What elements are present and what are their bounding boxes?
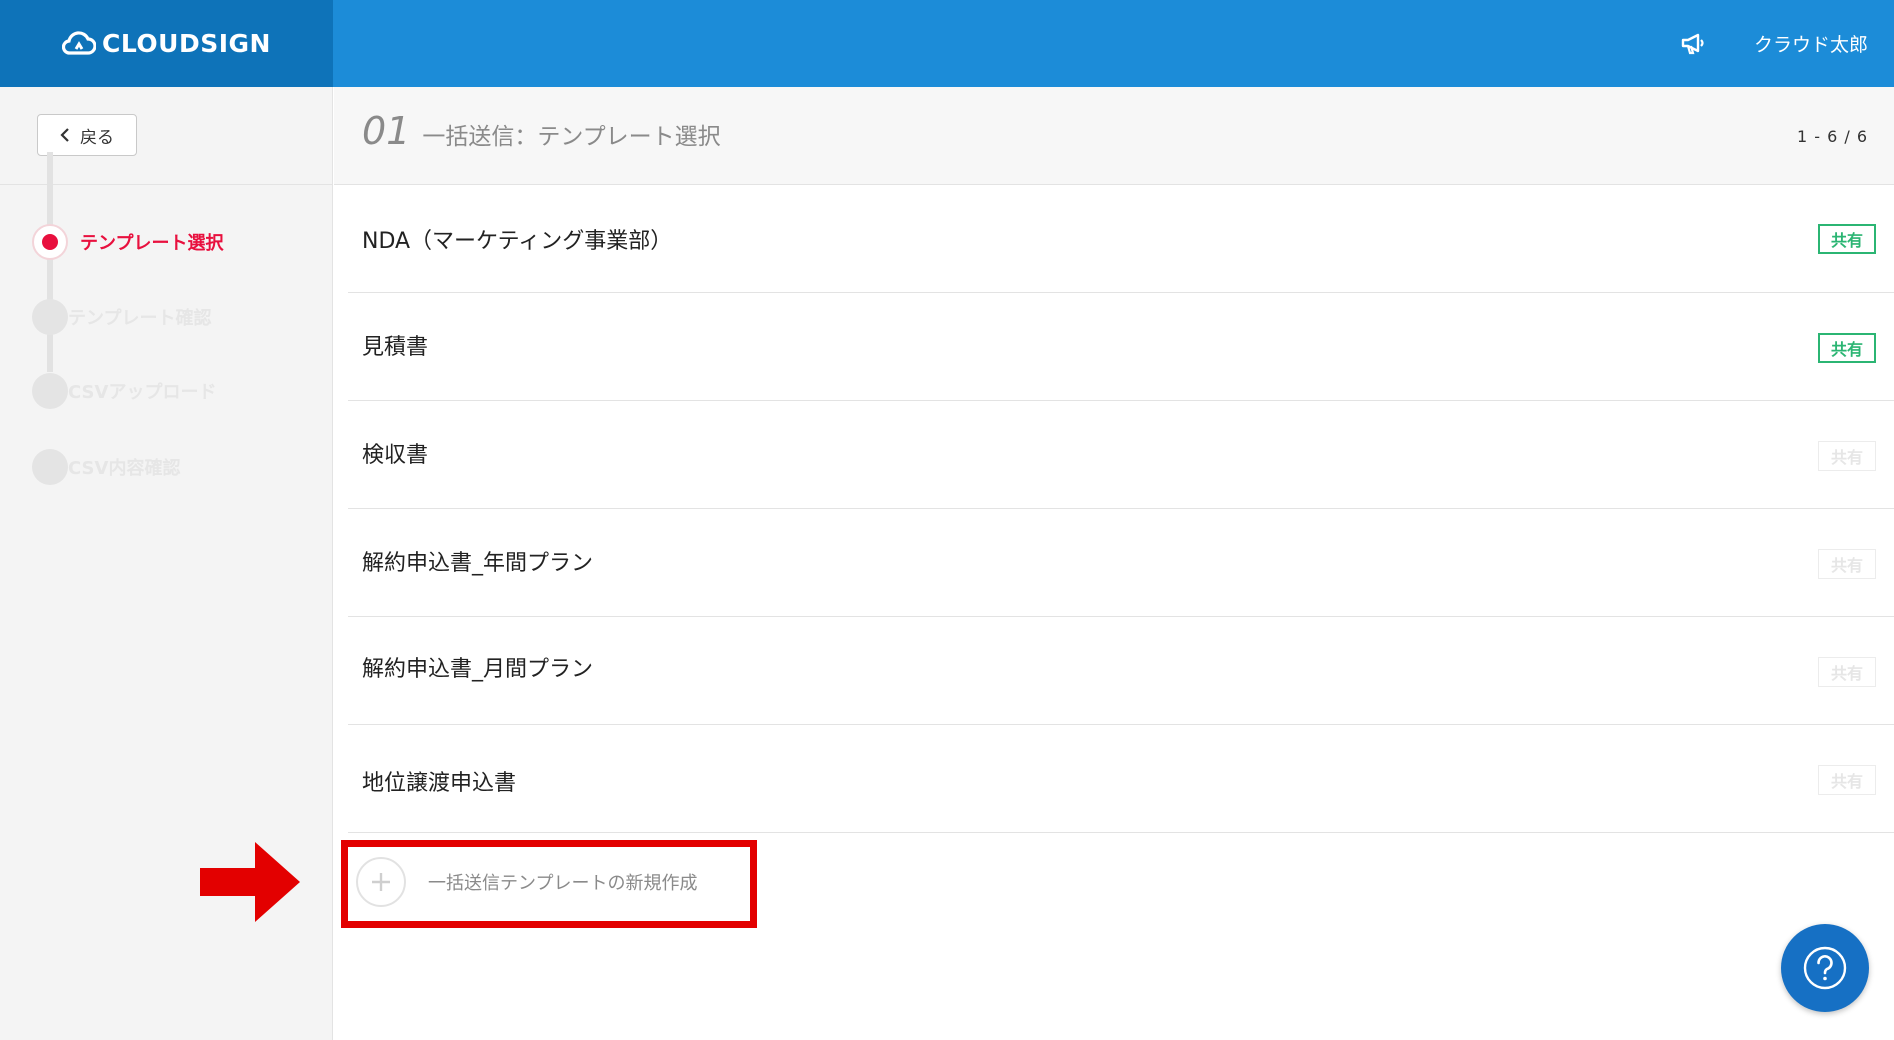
top-header: CLOUDSIGN クラウド太郎 xyxy=(0,0,1894,87)
shared-badge: 共有 xyxy=(1818,333,1876,363)
step-active-dot xyxy=(32,224,68,260)
chevron-left-icon xyxy=(60,128,69,142)
user-menu[interactable]: クラウド太郎 xyxy=(1754,30,1868,57)
new-template-button[interactable]: 一括送信テンプレートの新規作成 xyxy=(356,857,697,907)
template-row[interactable]: NDA（マーケティング事業部） 共有 xyxy=(348,185,1894,293)
step-csv-upload: CSVアップロード xyxy=(32,373,216,409)
cloudsign-logo[interactable]: CLOUDSIGN xyxy=(62,29,271,58)
question-icon xyxy=(1803,946,1847,990)
shared-badge: 共有 xyxy=(1818,224,1876,254)
step-number: 01 xyxy=(362,109,411,153)
template-name: 見積書 xyxy=(362,335,429,360)
shared-badge: 共有 xyxy=(1818,441,1876,471)
template-row[interactable]: 解約申込書_月間プラン 共有 xyxy=(348,617,1894,725)
logo-area[interactable]: CLOUDSIGN xyxy=(0,0,333,87)
page-count: 1 - 6 / 6 xyxy=(1796,127,1868,146)
template-list: NDA（マーケティング事業部） 共有 見積書 共有 検収書 共有 解約申込書_年… xyxy=(348,185,1894,833)
step-csv-confirm: CSV内容確認 xyxy=(32,449,180,485)
template-name: NDA（マーケティング事業部） xyxy=(362,229,673,254)
template-row[interactable]: 解約申込書_年間プラン 共有 xyxy=(348,509,1894,617)
step-progress-line xyxy=(47,152,53,372)
template-name: 地位譲渡申込書 xyxy=(362,771,517,796)
step-dot xyxy=(32,373,68,409)
shared-badge: 共有 xyxy=(1818,765,1876,795)
step-template-select: テンプレート選択 xyxy=(32,224,223,260)
template-row[interactable]: 地位譲渡申込書 共有 xyxy=(348,725,1894,833)
step-label: テンプレート選択 xyxy=(80,233,224,254)
plus-icon xyxy=(356,857,406,907)
shared-badge: 共有 xyxy=(1818,549,1876,579)
back-label: 戻る xyxy=(80,127,114,148)
template-name: 解約申込書_月間プラン xyxy=(362,657,594,682)
page-title: 01 一括送信：テンプレート選択 xyxy=(362,109,721,153)
shared-badge: 共有 xyxy=(1818,657,1876,687)
template-name: 解約申込書_年間プラン xyxy=(362,551,594,576)
template-row[interactable]: 見積書 共有 xyxy=(348,293,1894,401)
back-button[interactable]: 戻る xyxy=(37,114,137,156)
step-template-confirm: テンプレート確認 xyxy=(32,299,211,335)
step-dot xyxy=(32,449,68,485)
step-label: テンプレート確認 xyxy=(68,308,212,329)
annotation-arrow-icon xyxy=(200,842,300,922)
megaphone-icon[interactable] xyxy=(1678,29,1708,59)
help-button[interactable] xyxy=(1781,924,1869,1012)
title-text: 一括送信：テンプレート選択 xyxy=(422,124,721,150)
template-name: 検収書 xyxy=(362,443,429,468)
page-title-bar: 01 一括送信：テンプレート選択 1 - 6 / 6 xyxy=(334,87,1894,185)
step-label: CSVアップロード xyxy=(68,382,217,403)
new-template-label: 一括送信テンプレートの新規作成 xyxy=(428,873,698,894)
template-row[interactable]: 検収書 共有 xyxy=(348,401,1894,509)
step-dot xyxy=(32,299,68,335)
step-label: CSV内容確認 xyxy=(68,458,181,479)
cloud-logo-icon xyxy=(62,30,97,55)
logo-text: CLOUDSIGN xyxy=(102,29,271,58)
highlight-box: 一括送信テンプレートの新規作成 xyxy=(341,840,757,928)
